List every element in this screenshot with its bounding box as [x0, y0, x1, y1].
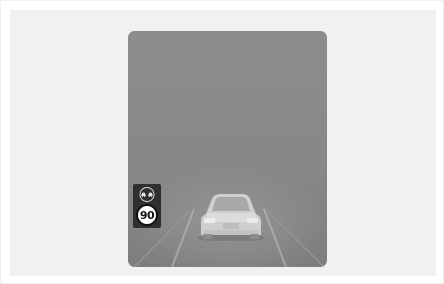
- speed-limit-sign: 90: [136, 204, 158, 226]
- image-frame: 90: [0, 0, 444, 284]
- no-overtaking-icon: [139, 187, 155, 202]
- heads-up-display-screen: 90: [128, 31, 327, 267]
- traffic-sign-panel: 90: [133, 184, 161, 228]
- speed-limit-value: 90: [139, 208, 155, 222]
- car-rear-icon: [197, 194, 265, 241]
